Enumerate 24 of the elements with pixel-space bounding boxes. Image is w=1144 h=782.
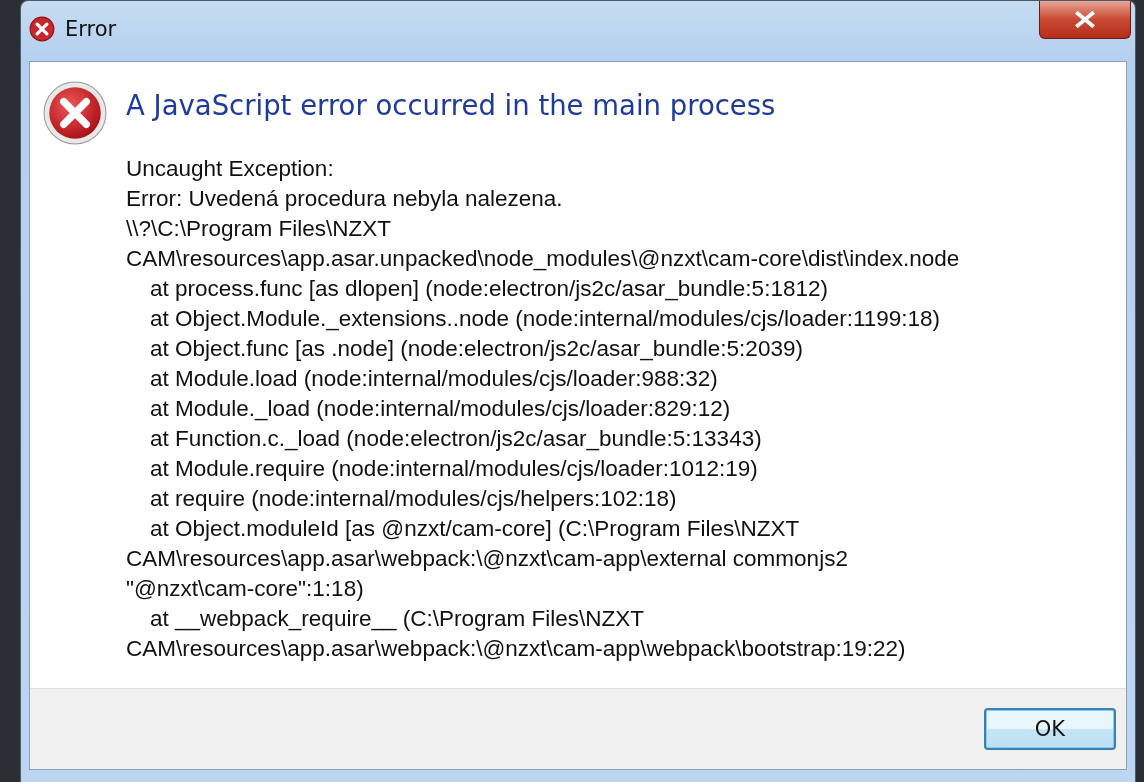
message-line: "@nzxt\cam-core":1:18)	[126, 575, 365, 603]
message-line: at Module._load (node:internal/modules/cjs/loader:829:12)	[149, 395, 732, 423]
message-line: at Module.load (node:internal/modules/cjs/loader:988:32)	[149, 365, 719, 393]
message-line: \\?\C:\Program Files\NZXT	[126, 215, 393, 243]
message-line: CAM\resources\app.asar\webpack:\@nzxt\cam-app\webpack\bootstrap:19:22)	[126, 635, 907, 663]
window-title: Error	[65, 17, 117, 41]
message-line: CAM\resources\app.asar.unpacked\node_modules\@nzxt\cam-core\dist\index.node	[126, 245, 960, 273]
error-icon	[42, 80, 108, 146]
message-line: Error: Uvedená procedura nebyla nalezena.	[126, 185, 564, 213]
error-heading: A JavaScript error occurred in the main process	[126, 88, 777, 122]
message-line: at Object.Module._extensions..node (node:internal/modules/cjs/loader:1199:18)	[149, 305, 942, 333]
close-button[interactable]	[1039, 1, 1131, 39]
message-line: at __webpack_require__ (C:\Program Files\NZXT	[149, 605, 645, 633]
message-line: at Function.c._load (node:electron/js2c/asar_bundle:5:13343)	[149, 425, 763, 453]
message-line: at Object.moduleId [as @nzxt/cam-core] (C:\Program Files\NZXT	[149, 515, 801, 543]
message-line: CAM\resources\app.asar\webpack:\@nzxt\cam-app\external commonjs2	[126, 545, 849, 573]
message-line: at require (node:internal/modules/cjs/helpers:102:18)	[149, 485, 678, 513]
message-line: at Module.require (node:internal/modules/cjs/loader:1012:19)	[149, 455, 759, 483]
message-line: at Object.func [as .node] (node:electron/js2c/asar_bundle:5:2039)	[149, 335, 804, 363]
message-line: Uncaught Exception:	[126, 155, 335, 183]
close-icon	[1073, 11, 1097, 28]
ok-button[interactable]: OK	[984, 708, 1116, 750]
message-line: at process.func [as dlopen] (node:electron/js2c/asar_bundle:5:1812)	[149, 275, 829, 303]
error-icon	[29, 16, 55, 42]
